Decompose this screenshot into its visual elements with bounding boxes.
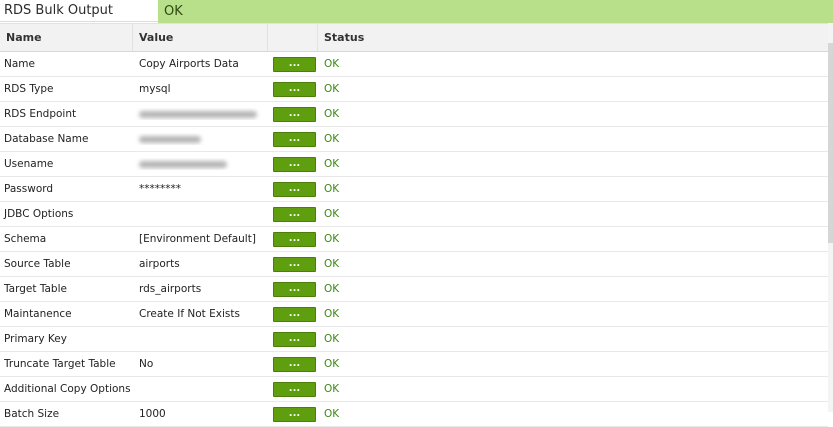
property-value: [Environment Default] <box>139 233 256 245</box>
property-value-redacted <box>133 133 268 145</box>
property-name: Database Name <box>4 133 89 145</box>
property-value: 1000 <box>139 408 166 420</box>
edit-property-button[interactable]: ... <box>273 231 316 247</box>
property-status: OK <box>324 208 340 220</box>
property-value: Copy Airports Data <box>139 58 239 70</box>
property-status: OK <box>324 233 340 245</box>
property-name: Target Table <box>4 283 67 295</box>
property-value: ******** <box>139 183 181 195</box>
property-value: airports <box>139 258 180 270</box>
property-status: OK <box>324 333 340 345</box>
property-status: OK <box>324 108 340 120</box>
edit-property-button[interactable]: ... <box>273 131 316 147</box>
property-status: OK <box>324 408 340 420</box>
property-row-additional-copy-options[interactable]: Additional Copy Options ... OK <box>0 377 828 402</box>
property-name: Password <box>4 183 54 195</box>
redacted-value <box>139 160 227 168</box>
property-status: OK <box>324 283 340 295</box>
property-value: No <box>139 358 154 370</box>
component-status: OK <box>158 0 833 23</box>
property-name: RDS Endpoint <box>4 108 77 120</box>
property-name: Additional Copy Options <box>4 383 131 395</box>
edit-property-button[interactable]: ... <box>273 256 316 272</box>
property-status: OK <box>324 308 340 320</box>
column-header-status[interactable]: Status <box>318 24 828 51</box>
property-row-source-table[interactable]: Source Table airports ... OK <box>0 252 828 277</box>
column-header-value[interactable]: Value <box>133 24 268 51</box>
property-row-rds-endpoint[interactable]: RDS Endpoint ... OK <box>0 102 828 127</box>
property-name: Schema <box>4 233 47 245</box>
property-name: Name <box>4 58 35 70</box>
property-row-username[interactable]: Usename ... OK <box>0 152 828 177</box>
property-row-jdbc-options[interactable]: JDBC Options ... OK <box>0 202 828 227</box>
property-name: Truncate Target Table <box>4 358 116 370</box>
edit-property-button[interactable]: ... <box>273 81 316 97</box>
property-value: mysql <box>139 83 171 95</box>
edit-property-button[interactable]: ... <box>273 281 316 297</box>
component-header: RDS Bulk Output OK <box>0 0 833 23</box>
properties-grid: Name Value Status Name Copy Airports Dat… <box>0 23 828 427</box>
vertical-scrollbar[interactable] <box>828 23 833 412</box>
property-value: Create If Not Exists <box>139 308 240 320</box>
property-status: OK <box>324 83 340 95</box>
property-row-truncate-target-table[interactable]: Truncate Target Table No ... OK <box>0 352 828 377</box>
property-status: OK <box>324 183 340 195</box>
property-row-rds-type[interactable]: RDS Type mysql ... OK <box>0 77 828 102</box>
property-name: Maintanence <box>4 308 72 320</box>
property-name: Usename <box>4 158 54 170</box>
property-row-primary-key[interactable]: Primary Key ... OK <box>0 327 828 352</box>
property-name: Batch Size <box>4 408 60 420</box>
property-status: OK <box>324 258 340 270</box>
scrollbar-thumb[interactable] <box>828 43 833 243</box>
redacted-value <box>139 135 201 143</box>
property-value-redacted <box>133 158 268 170</box>
component-title: RDS Bulk Output <box>0 0 158 22</box>
property-name: Primary Key <box>4 333 67 345</box>
edit-property-button[interactable]: ... <box>273 331 316 347</box>
property-status: OK <box>324 383 340 395</box>
edit-property-button[interactable]: ... <box>273 206 316 222</box>
property-value-redacted <box>133 108 268 120</box>
property-row-database-name[interactable]: Database Name ... OK <box>0 127 828 152</box>
edit-property-button[interactable]: ... <box>273 56 316 72</box>
property-row-password[interactable]: Password ******** ... OK <box>0 177 828 202</box>
redacted-value <box>139 110 257 118</box>
property-row-schema[interactable]: Schema [Environment Default] ... OK <box>0 227 828 252</box>
property-status: OK <box>324 158 340 170</box>
grid-header: Name Value Status <box>0 23 828 52</box>
edit-property-button[interactable]: ... <box>273 156 316 172</box>
edit-property-button[interactable]: ... <box>273 381 316 397</box>
property-status: OK <box>324 58 340 70</box>
edit-property-button[interactable]: ... <box>273 106 316 122</box>
property-name: RDS Type <box>4 83 54 95</box>
property-row-target-table[interactable]: Target Table rds_airports ... OK <box>0 277 828 302</box>
property-row-batch-size[interactable]: Batch Size 1000 ... OK <box>0 402 828 427</box>
column-header-edit <box>268 24 318 51</box>
property-value: rds_airports <box>139 283 202 295</box>
property-name: JDBC Options <box>4 208 74 220</box>
property-row-maintanence[interactable]: Maintanence Create If Not Exists ... OK <box>0 302 828 327</box>
edit-property-button[interactable]: ... <box>273 306 316 322</box>
edit-property-button[interactable]: ... <box>273 406 316 422</box>
property-status: OK <box>324 358 340 370</box>
property-row-name[interactable]: Name Copy Airports Data ... OK <box>0 52 828 77</box>
column-header-name[interactable]: Name <box>0 24 133 51</box>
edit-property-button[interactable]: ... <box>273 356 316 372</box>
property-status: OK <box>324 133 340 145</box>
property-name: Source Table <box>4 258 71 270</box>
edit-property-button[interactable]: ... <box>273 181 316 197</box>
